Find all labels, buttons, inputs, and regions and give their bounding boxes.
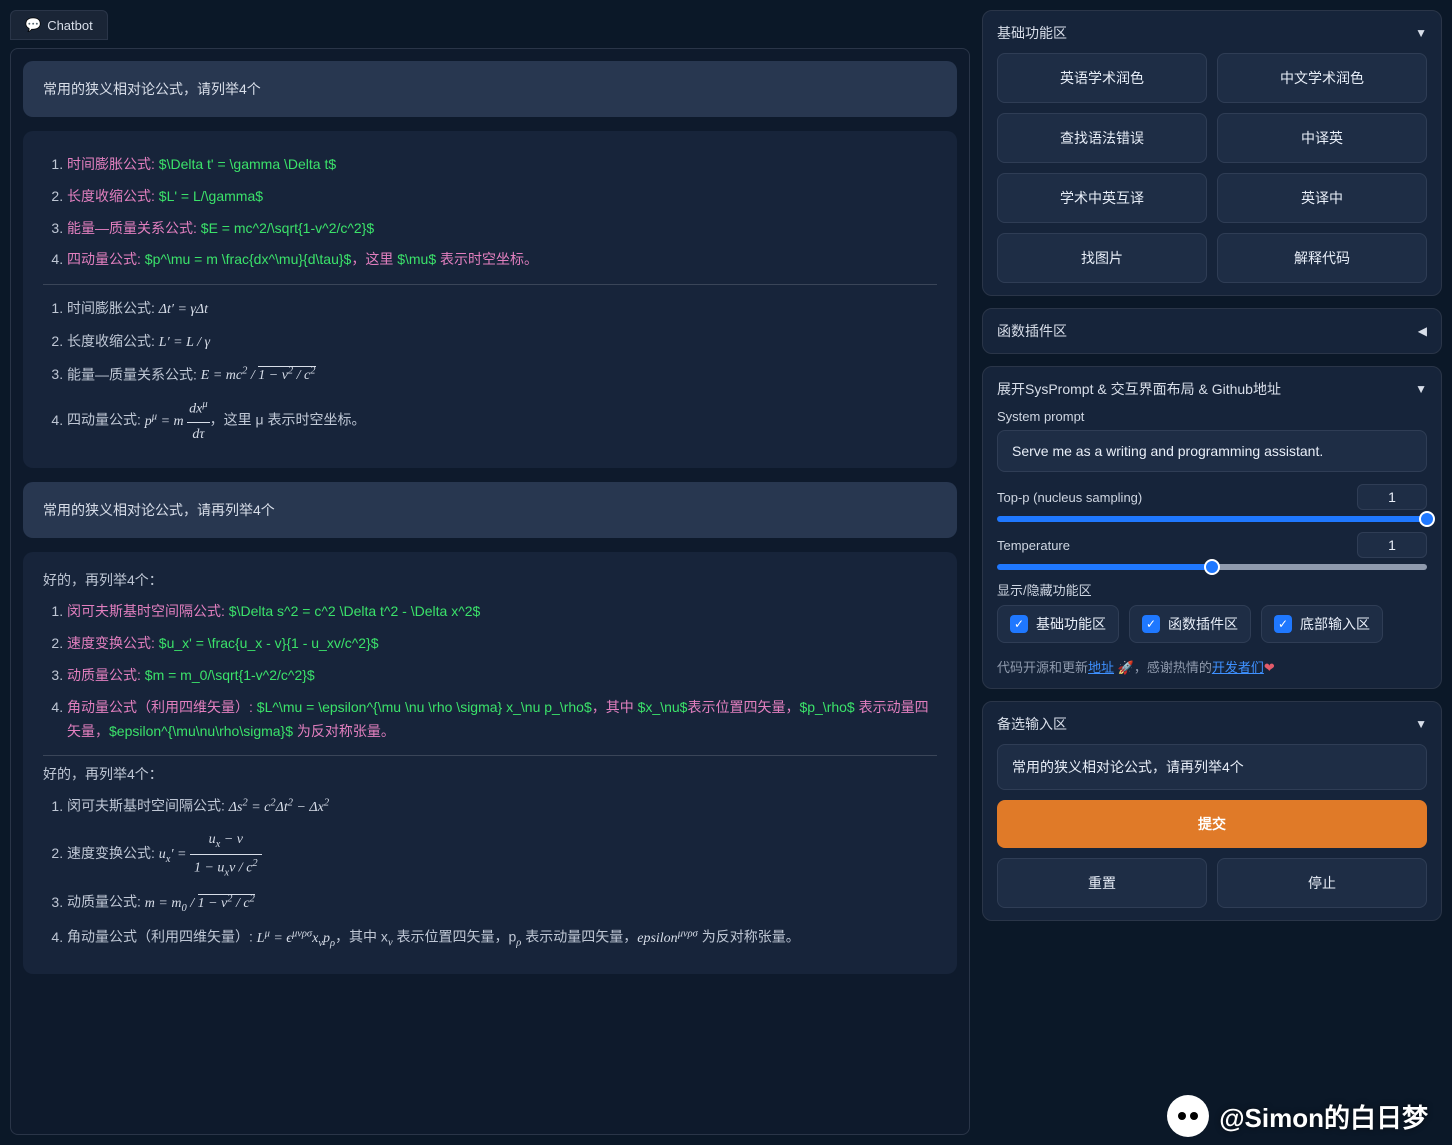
formula-item-raw: 动质量公式: $m = m_0/\sqrt{1-v^2/c^2}$ xyxy=(67,660,937,692)
user-msg-text: 常用的狭义相对论公式，请再列举4个 xyxy=(43,502,275,518)
panel-title: 函数插件区 xyxy=(997,321,1067,341)
plugins-panel-header[interactable]: 函数插件区 ◀ xyxy=(997,321,1427,341)
action-button[interactable]: 英语学术润色 xyxy=(997,53,1207,103)
slider-thumb[interactable] xyxy=(1204,559,1220,575)
alt-input[interactable]: 常用的狭义相对论公式，请再列举4个 xyxy=(997,744,1427,790)
formula-item-raw: 速度变换公式: $u_x' = \frac{u_x - v}{1 - u_xv/… xyxy=(67,628,937,660)
footer-note: 代码开源和更新地址 🚀，感谢热情的开发者们❤ xyxy=(997,657,1427,676)
sysprompt-value: Serve me as a writing and programming as… xyxy=(1012,443,1323,459)
divider xyxy=(43,755,937,756)
topp-value[interactable]: 1 xyxy=(1357,484,1427,510)
action-button[interactable]: 解释代码 xyxy=(1217,233,1427,283)
temp-slider[interactable] xyxy=(997,564,1427,570)
alt-input-value: 常用的狭义相对论公式，请再列举4个 xyxy=(1012,759,1244,775)
stop-button[interactable]: 停止 xyxy=(1217,858,1427,908)
formula-item-rendered: 速度变换公式: ux′ = ux − v1 − uxv / c2 xyxy=(67,824,937,886)
formula-item-rendered: 四动量公式: pμ = m dxμdτ，这里 μ 表示时空坐标。 xyxy=(67,392,937,450)
bot-message-2: 好的，再列举4个： 闵可夫斯基时空间隔公式: $\Delta s^2 = c^2… xyxy=(23,552,957,974)
formula-item-raw: 角动量公式（利用四维矢量）: $L^\mu = \epsilon^{\mu \n… xyxy=(67,692,937,748)
formula-item-raw: 时间膨胀公式: $\Delta t' = \gamma \Delta t$ xyxy=(67,149,937,181)
chat-area: 常用的狭义相对论公式，请列举4个 时间膨胀公式: $\Delta t' = \g… xyxy=(10,48,970,1135)
formula-item-rendered: 动质量公式: m = m0 / 1 − v2 / c2 xyxy=(67,886,937,921)
divider xyxy=(43,284,937,285)
advanced-panel-header[interactable]: 展开SysPrompt & 交互界面布局 & Github地址 ▼ xyxy=(997,379,1427,399)
formula-item-raw: 长度收缩公式: $L' = L/\gamma$ xyxy=(67,181,937,213)
reset-button[interactable]: 重置 xyxy=(997,858,1207,908)
bot-intro: 好的，再列举4个： xyxy=(43,570,937,590)
topp-label: Top-p (nucleus sampling) xyxy=(997,490,1345,505)
formula-item-raw: 闵可夫斯基时空间隔公式: $\Delta s^2 = c^2 \Delta t^… xyxy=(67,596,937,628)
input-panel: 备选输入区 ▼ 常用的狭义相对论公式，请再列举4个 提交 重置 停止 xyxy=(982,701,1442,921)
user-msg-text: 常用的狭义相对论公式，请列举4个 xyxy=(43,81,261,97)
formula-item-rendered: 时间膨胀公式: Δt′ = γΔt xyxy=(67,293,937,326)
zone-checkbox[interactable]: ✓底部输入区 xyxy=(1261,605,1383,643)
sysprompt-input[interactable]: Serve me as a writing and programming as… xyxy=(997,430,1427,472)
formula-item-rendered: 长度收缩公式: L′ = L / γ xyxy=(67,326,937,359)
chevron-left-icon: ◀ xyxy=(1418,324,1427,338)
tab-bar: 💬 Chatbot xyxy=(10,10,970,40)
zone-checkbox[interactable]: ✓基础功能区 xyxy=(997,605,1119,643)
action-button[interactable]: 英译中 xyxy=(1217,173,1427,223)
chevron-down-icon: ▼ xyxy=(1415,26,1427,40)
plugins-panel: 函数插件区 ◀ xyxy=(982,308,1442,354)
formula-item-raw: 能量—质量关系公式: $E = mc^2/\sqrt{1-v^2/c^2}$ xyxy=(67,213,937,245)
slider-thumb[interactable] xyxy=(1419,511,1435,527)
user-message-1: 常用的狭义相对论公式，请列举4个 xyxy=(23,61,957,117)
source-link[interactable]: 地址 xyxy=(1088,660,1114,675)
chatbot-tab[interactable]: 💬 Chatbot xyxy=(10,10,108,40)
panel-title: 基础功能区 xyxy=(997,23,1067,43)
temp-label: Temperature xyxy=(997,538,1345,553)
submit-button[interactable]: 提交 xyxy=(997,800,1427,848)
temp-value[interactable]: 1 xyxy=(1357,532,1427,558)
heart-icon: ❤ xyxy=(1264,660,1275,675)
formula-item-rendered: 闵可夫斯基时空间隔公式: Δs2 = c2Δt2 − Δx2 xyxy=(67,790,937,823)
watermark: @Simon的白日梦 xyxy=(1167,1095,1428,1137)
action-button[interactable]: 中译英 xyxy=(1217,113,1427,163)
formula-item-rendered: 能量—质量关系公式: E = mc2 / 1 − v2 / c2 xyxy=(67,359,937,392)
chat-icon: 💬 xyxy=(25,17,41,33)
formula-item-rendered: 角动量公式（利用四维矢量）: Lμ = ϵμνρσxνpρ，其中 xν 表示位置… xyxy=(67,921,937,956)
check-icon: ✓ xyxy=(1010,615,1028,633)
chevron-down-icon: ▼ xyxy=(1415,382,1427,396)
zone-checkbox[interactable]: ✓函数插件区 xyxy=(1129,605,1251,643)
basic-panel: 基础功能区 ▼ 英语学术润色中文学术润色查找语法错误中译英学术中英互译英译中找图… xyxy=(982,10,1442,296)
bot-message-1: 时间膨胀公式: $\Delta t' = \gamma \Delta t$长度收… xyxy=(23,131,957,468)
action-button[interactable]: 查找语法错误 xyxy=(997,113,1207,163)
advanced-panel: 展开SysPrompt & 交互界面布局 & Github地址 ▼ System… xyxy=(982,366,1442,689)
panel-title: 展开SysPrompt & 交互界面布局 & Github地址 xyxy=(997,379,1281,399)
check-icon: ✓ xyxy=(1274,615,1292,633)
input-panel-header[interactable]: 备选输入区 ▼ xyxy=(997,714,1427,734)
weibo-icon xyxy=(1167,1095,1209,1137)
user-message-2: 常用的狭义相对论公式，请再列举4个 xyxy=(23,482,957,538)
chevron-down-icon: ▼ xyxy=(1415,717,1427,731)
panel-title: 备选输入区 xyxy=(997,714,1067,734)
action-button[interactable]: 学术中英互译 xyxy=(997,173,1207,223)
topp-slider[interactable] xyxy=(997,516,1427,522)
bot-intro-rendered: 好的，再列举4个： xyxy=(43,764,937,784)
action-button[interactable]: 中文学术润色 xyxy=(1217,53,1427,103)
devs-link[interactable]: 开发者们 xyxy=(1212,660,1264,675)
basic-panel-header[interactable]: 基础功能区 ▼ xyxy=(997,23,1427,43)
check-icon: ✓ xyxy=(1142,615,1160,633)
tab-label: Chatbot xyxy=(47,18,93,33)
zones-label: 显示/隐藏功能区 xyxy=(997,580,1427,599)
sysprompt-label: System prompt xyxy=(997,409,1427,424)
action-button[interactable]: 找图片 xyxy=(997,233,1207,283)
rocket-icon: 🚀 xyxy=(1118,660,1134,675)
formula-item-raw: 四动量公式: $p^\mu = m \frac{dx^\mu}{d\tau}$，… xyxy=(67,244,937,276)
